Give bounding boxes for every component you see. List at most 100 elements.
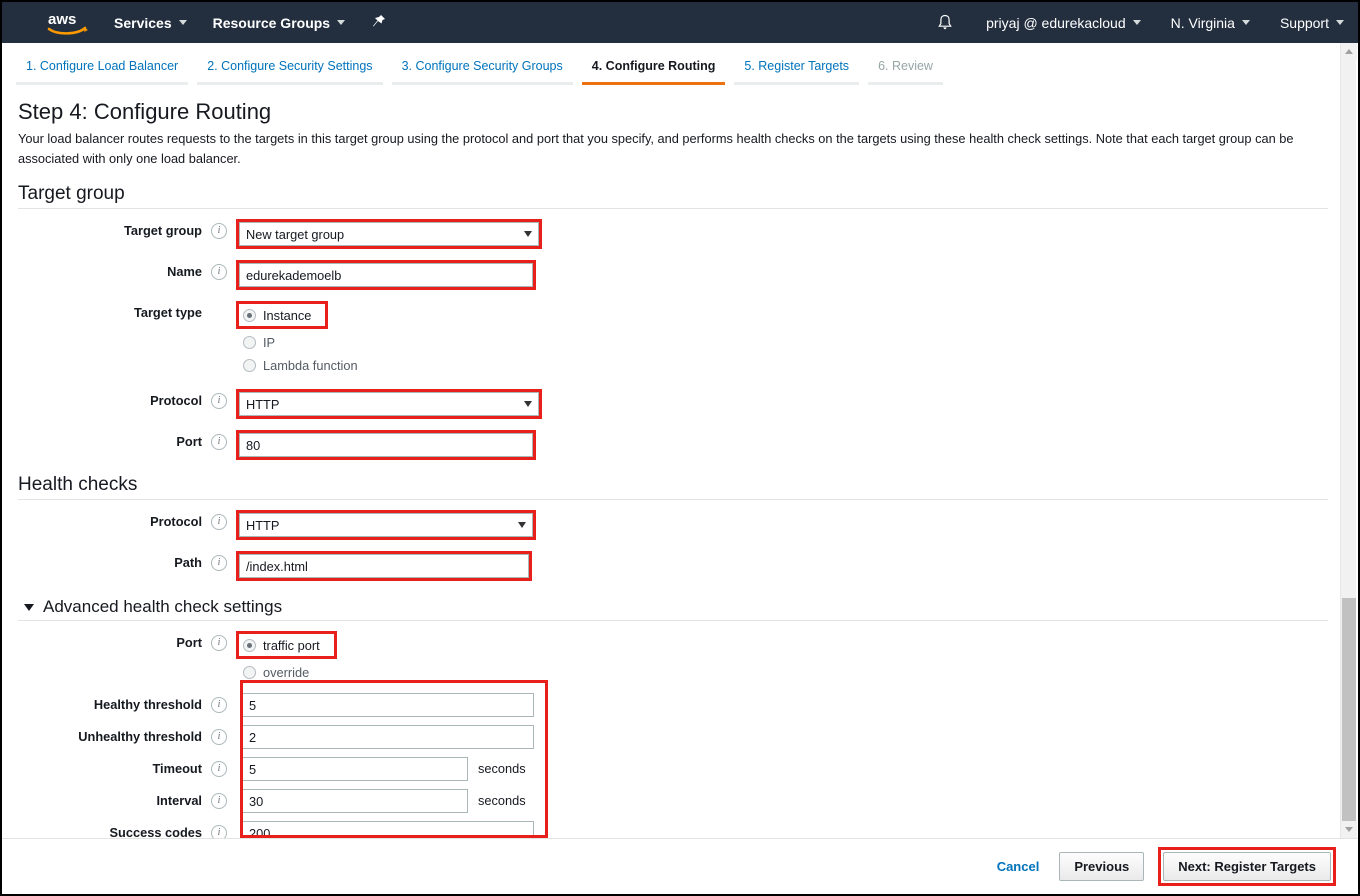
- field-row-target-type: Target type Instance IP: [18, 301, 1332, 375]
- scroll-up-arrow-icon[interactable]: [1341, 43, 1357, 60]
- radio-label-override: override: [263, 665, 309, 680]
- radio-button-icon: [243, 359, 256, 372]
- health-protocol-select-value: HTTP: [246, 518, 512, 533]
- info-icon[interactable]: i: [211, 761, 227, 777]
- interval-input[interactable]: [242, 789, 468, 813]
- nav-services-label: Services: [114, 15, 172, 31]
- nav-services[interactable]: Services: [114, 15, 187, 31]
- wizard-footer: Cancel Previous Next: Register Targets: [2, 838, 1358, 894]
- highlight-box: traffic port: [236, 631, 337, 659]
- info-icon[interactable]: i: [211, 223, 227, 239]
- name-input[interactable]: [239, 263, 533, 287]
- nav-region-menu[interactable]: N. Virginia: [1171, 15, 1250, 31]
- info-icon[interactable]: i: [211, 729, 227, 745]
- control-slot: seconds: [236, 757, 1332, 781]
- control-slot: seconds: [236, 789, 1332, 813]
- timeout-input[interactable]: [242, 757, 468, 781]
- info-slot: i: [202, 260, 236, 280]
- info-slot: i: [202, 757, 236, 777]
- control-slot: [236, 430, 1332, 460]
- section-heading-target-group: Target group: [18, 183, 1332, 205]
- target-group-select[interactable]: New target group: [239, 222, 539, 246]
- tab-review: 6. Review: [868, 47, 943, 85]
- target-type-radio-group: Instance IP Lambda function: [236, 301, 1332, 375]
- cancel-button[interactable]: Cancel: [991, 855, 1046, 878]
- control-slot: [236, 551, 1332, 581]
- info-icon[interactable]: i: [211, 697, 227, 713]
- notifications-bell-icon[interactable]: [934, 12, 956, 34]
- info-slot: i: [202, 510, 236, 530]
- scroll-down-arrow-icon[interactable]: [1341, 821, 1357, 838]
- field-row-health-protocol: Protocol i HTTP: [18, 510, 1332, 540]
- nav-account-label: priyaj @ edurekacloud: [986, 15, 1126, 31]
- info-icon[interactable]: i: [211, 264, 227, 280]
- control-slot: [236, 693, 1332, 717]
- healthy-threshold-input[interactable]: [242, 693, 534, 717]
- info-icon[interactable]: i: [211, 514, 227, 530]
- field-row-timeout: Timeout i seconds: [18, 757, 1332, 781]
- nav-resource-groups[interactable]: Resource Groups: [213, 15, 345, 31]
- radio-button-icon: [243, 309, 256, 322]
- radio-advanced-port-override[interactable]: override: [236, 662, 1332, 682]
- radio-advanced-port-traffic-port[interactable]: traffic port: [243, 635, 320, 655]
- info-icon[interactable]: i: [211, 393, 227, 409]
- chevron-down-icon: [1336, 20, 1344, 25]
- control-slot: HTTP: [236, 510, 1332, 540]
- info-slot: i: [202, 631, 236, 651]
- chevron-down-icon: [337, 20, 345, 25]
- label-port: Port: [18, 430, 202, 449]
- highlight-box: Next: Register Targets: [1158, 847, 1336, 886]
- highlight-box: [236, 260, 536, 290]
- control-slot: traffic port override: [236, 631, 1332, 682]
- next-register-targets-button[interactable]: Next: Register Targets: [1163, 852, 1331, 881]
- radio-label-ip: IP: [263, 335, 275, 350]
- info-slot: [202, 301, 236, 305]
- label-health-protocol: Protocol: [18, 510, 202, 529]
- chevron-down-icon: [1133, 20, 1141, 25]
- nav-account-menu[interactable]: priyaj @ edurekacloud: [986, 15, 1141, 31]
- vertical-scrollbar[interactable]: [1340, 43, 1356, 838]
- advanced-health-check-label: Advanced health check settings: [43, 597, 282, 617]
- pin-icon[interactable]: [371, 13, 389, 33]
- nav-support-label: Support: [1280, 15, 1329, 31]
- tab-configure-security-groups[interactable]: 3. Configure Security Groups: [392, 47, 573, 85]
- chevron-down-icon: [518, 522, 526, 528]
- health-path-input[interactable]: [239, 554, 529, 578]
- info-icon[interactable]: i: [211, 635, 227, 651]
- info-icon[interactable]: i: [211, 555, 227, 571]
- label-advanced-port: Port: [18, 631, 202, 650]
- scrollbar-thumb[interactable]: [1342, 598, 1356, 823]
- unhealthy-threshold-input[interactable]: [242, 725, 534, 749]
- label-health-path: Path: [18, 551, 202, 570]
- control-slot: [236, 725, 1332, 749]
- target-group-select-value: New target group: [246, 227, 518, 242]
- interval-unit-label: seconds: [478, 789, 526, 813]
- chevron-down-icon: [1242, 20, 1250, 25]
- section-heading-health-checks: Health checks: [18, 474, 1332, 496]
- tab-configure-security-settings[interactable]: 2. Configure Security Settings: [197, 47, 382, 85]
- info-icon[interactable]: i: [211, 434, 227, 450]
- port-input[interactable]: [239, 433, 533, 457]
- radio-target-type-instance[interactable]: Instance: [243, 305, 311, 325]
- radio-label-lambda-function: Lambda function: [263, 358, 358, 373]
- radio-target-type-lambda[interactable]: Lambda function: [236, 355, 1332, 375]
- info-slot: i: [202, 551, 236, 571]
- info-icon[interactable]: i: [211, 793, 227, 809]
- nav-support-menu[interactable]: Support: [1280, 15, 1344, 31]
- label-name: Name: [18, 260, 202, 279]
- top-nav-right-group: priyaj @ edurekacloud N. Virginia Suppor…: [934, 12, 1344, 34]
- health-protocol-select[interactable]: HTTP: [239, 513, 533, 537]
- tab-register-targets[interactable]: 5. Register Targets: [734, 47, 859, 85]
- aws-logo-icon[interactable]: aws: [46, 10, 88, 36]
- radio-target-type-ip[interactable]: IP: [236, 332, 1332, 352]
- main-content: Step 4: Configure Routing Your load bala…: [2, 85, 1358, 839]
- protocol-select[interactable]: HTTP: [239, 392, 539, 416]
- control-slot: Instance IP Lambda function: [236, 301, 1332, 375]
- tab-configure-routing[interactable]: 4. Configure Routing: [582, 47, 726, 85]
- field-row-healthy-threshold: Healthy threshold i: [18, 693, 1332, 717]
- advanced-health-check-disclosure[interactable]: Advanced health check settings: [24, 597, 1332, 617]
- radio-button-icon: [243, 336, 256, 349]
- tab-configure-load-balancer[interactable]: 1. Configure Load Balancer: [16, 47, 188, 85]
- field-row-port: Port i: [18, 430, 1332, 460]
- previous-button[interactable]: Previous: [1059, 852, 1144, 881]
